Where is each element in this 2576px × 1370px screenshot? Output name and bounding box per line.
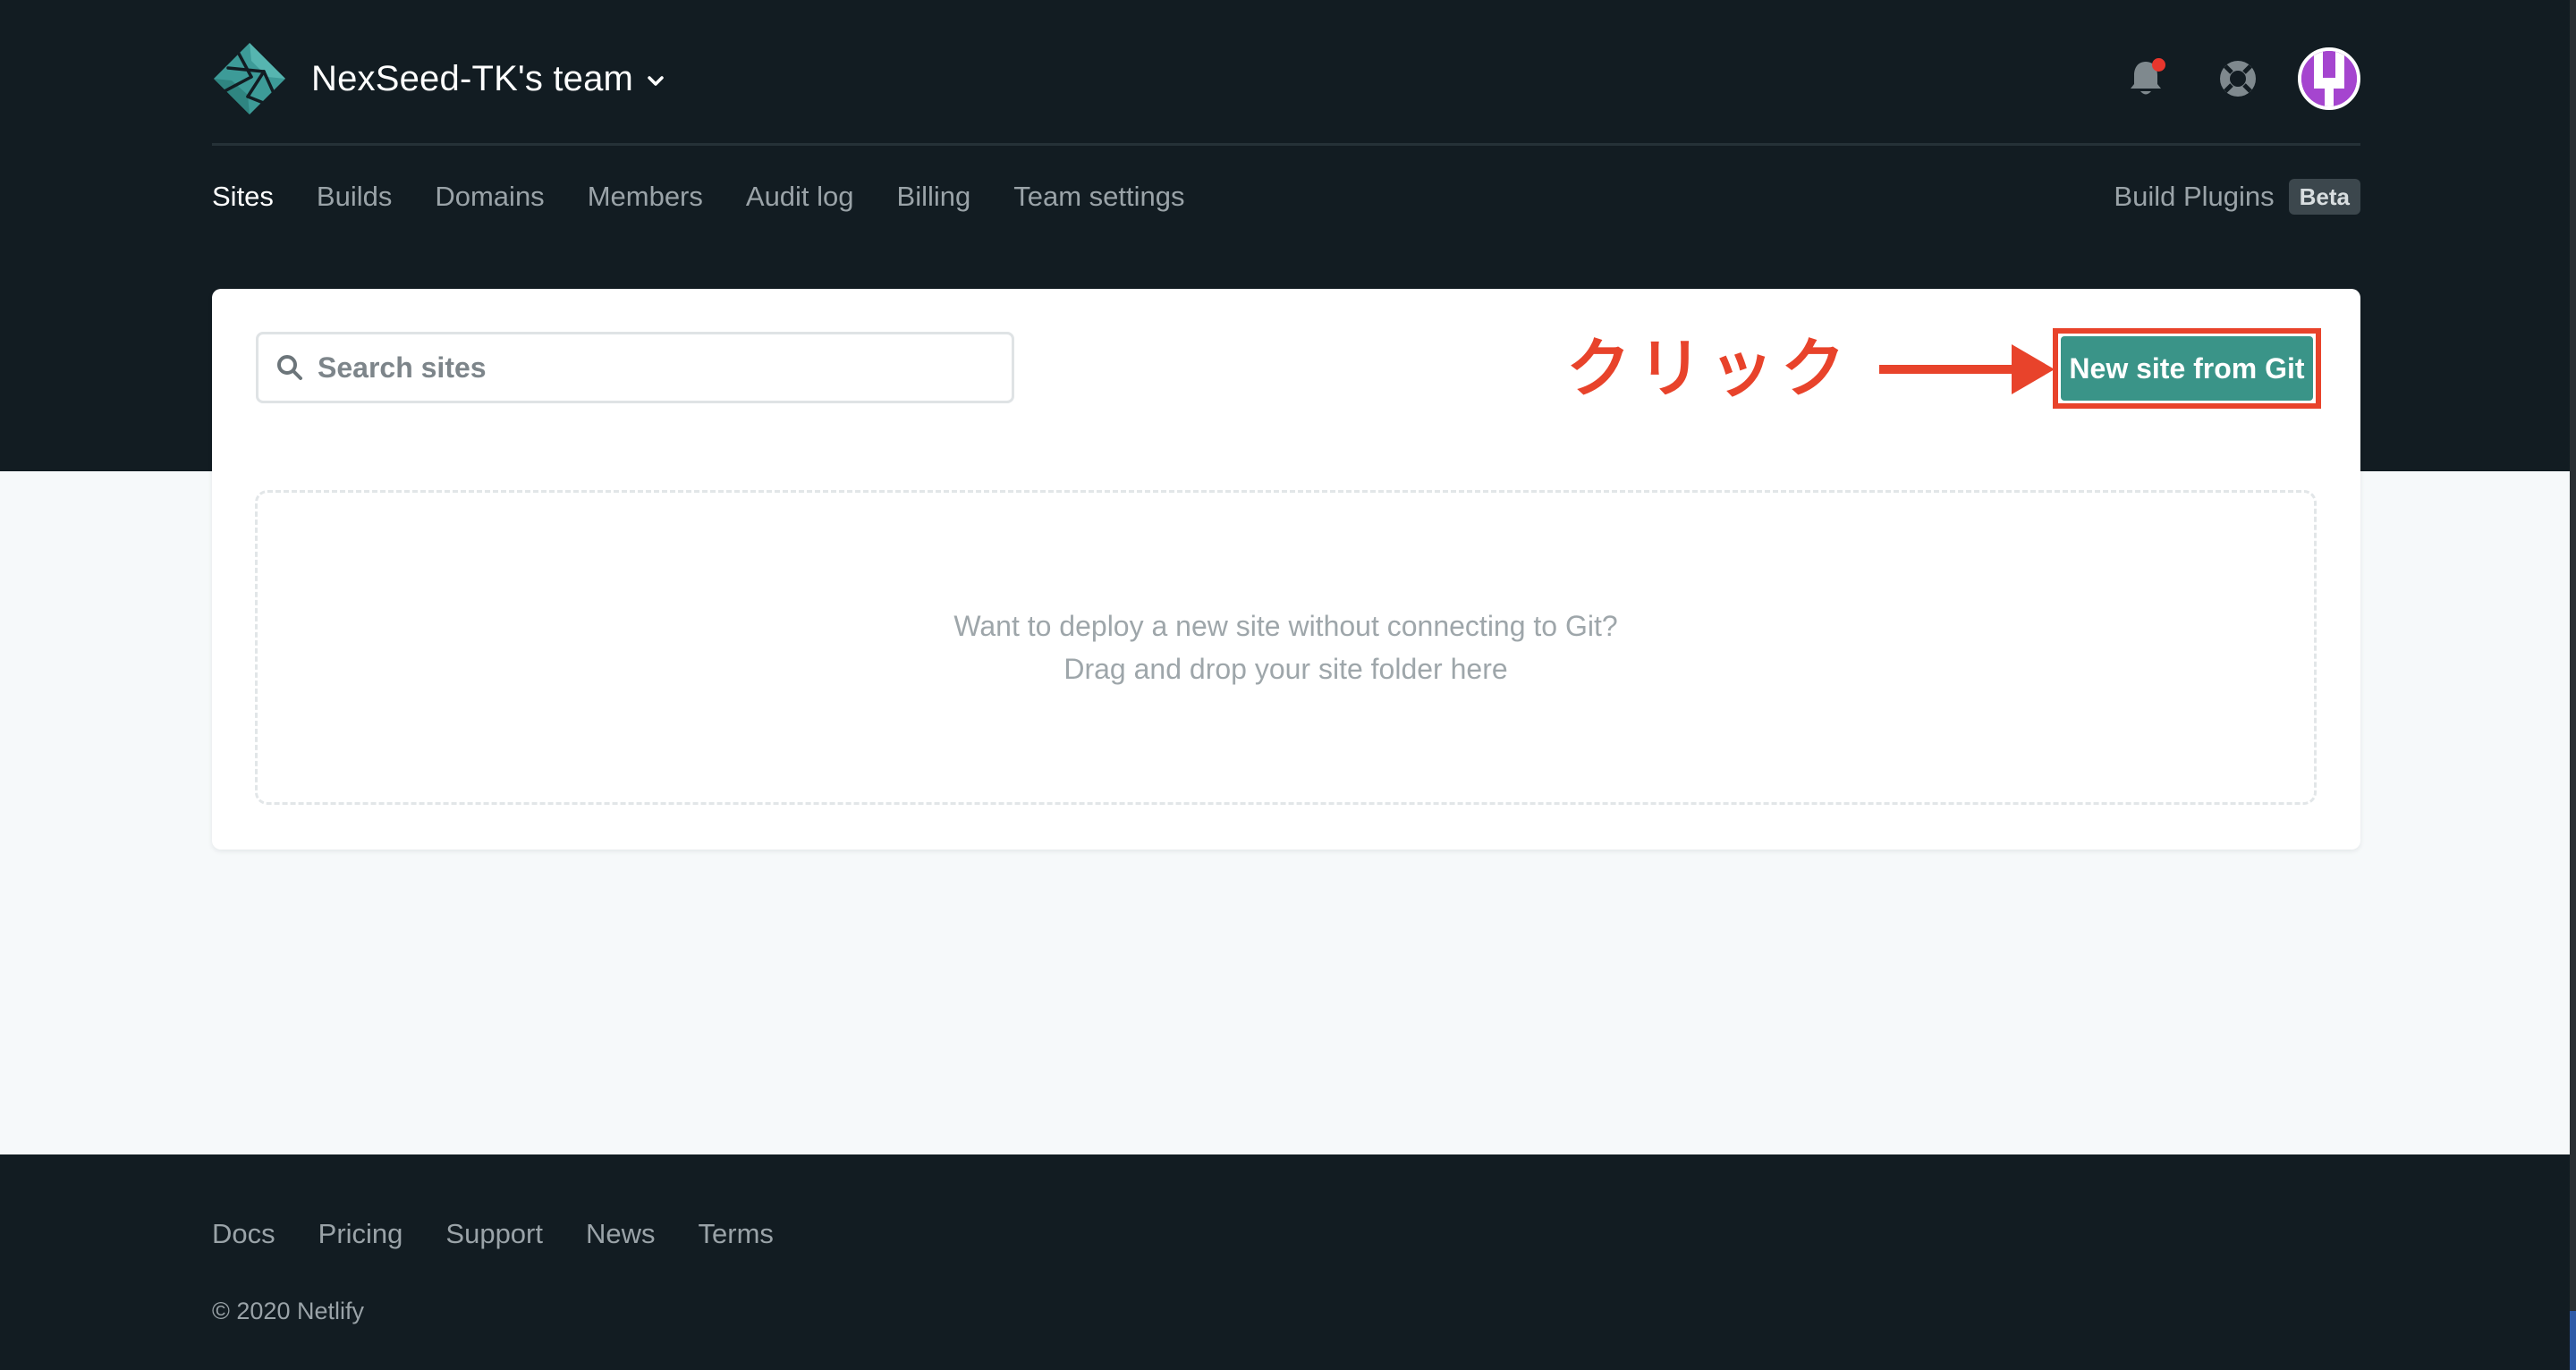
- window-edge: [2570, 0, 2576, 1370]
- footer-link-docs[interactable]: Docs: [212, 1218, 275, 1250]
- header-divider: [212, 143, 2360, 146]
- tab-audit-log[interactable]: Audit log: [746, 181, 854, 213]
- new-site-from-git-button[interactable]: New site from Git: [2061, 336, 2313, 401]
- window-edge-accent: [2570, 1311, 2576, 1370]
- tab-domains[interactable]: Domains: [435, 181, 544, 213]
- team-name: NexSeed-TK's team: [311, 58, 634, 98]
- notifications-button[interactable]: [2119, 52, 2173, 106]
- team-navigation: Sites Builds Domains Members Audit log B…: [212, 175, 2360, 218]
- page-footer: Docs Pricing Support News Terms © 2020 N…: [0, 1154, 2570, 1370]
- nav-tabs: Sites Builds Domains Members Audit log B…: [212, 175, 2360, 218]
- dropzone-prompt: Want to deploy a new site without connec…: [953, 610, 1618, 642]
- annotation-label: クリック: [1566, 331, 1853, 406]
- search-input[interactable]: [318, 351, 997, 385]
- footer-link-terms[interactable]: Terms: [699, 1218, 774, 1250]
- tab-team-settings[interactable]: Team settings: [1013, 181, 1184, 213]
- build-plugins-label: Build Plugins: [2114, 181, 2275, 212]
- copyright-text: © 2020 Netlify: [212, 1298, 364, 1324]
- drag-drop-zone[interactable]: Want to deploy a new site without connec…: [255, 490, 2317, 805]
- header-icons: [2119, 41, 2360, 116]
- dropzone-instruction: Drag and drop your site folder here: [1063, 653, 1508, 685]
- search-box[interactable]: [256, 332, 1014, 403]
- help-button[interactable]: [2211, 52, 2265, 106]
- tab-members[interactable]: Members: [588, 181, 703, 213]
- tab-billing[interactable]: Billing: [897, 181, 971, 213]
- tab-sites[interactable]: Sites: [212, 181, 274, 213]
- top-header: NexSeed-TK's team: [212, 38, 2360, 120]
- team-switcher[interactable]: NexSeed-TK's team: [311, 55, 667, 102]
- lifebuoy-icon: [2220, 61, 2256, 97]
- footer-link-support[interactable]: Support: [445, 1218, 543, 1250]
- search-icon: [277, 355, 302, 380]
- tab-builds[interactable]: Builds: [317, 181, 392, 213]
- build-plugins-link[interactable]: Build Plugins Beta: [2114, 175, 2360, 218]
- chevron-down-icon: [648, 76, 664, 86]
- notification-dot: [2152, 58, 2165, 72]
- user-avatar[interactable]: [2298, 47, 2360, 110]
- footer-link-news[interactable]: News: [586, 1218, 656, 1250]
- footer-links: Docs Pricing Support News Terms: [212, 1215, 817, 1253]
- beta-badge: Beta: [2288, 179, 2360, 215]
- footer-link-pricing[interactable]: Pricing: [318, 1218, 403, 1250]
- sites-card: クリック New site from Git Want to deploy a …: [212, 289, 2360, 850]
- netlify-logo-icon[interactable]: [212, 41, 287, 116]
